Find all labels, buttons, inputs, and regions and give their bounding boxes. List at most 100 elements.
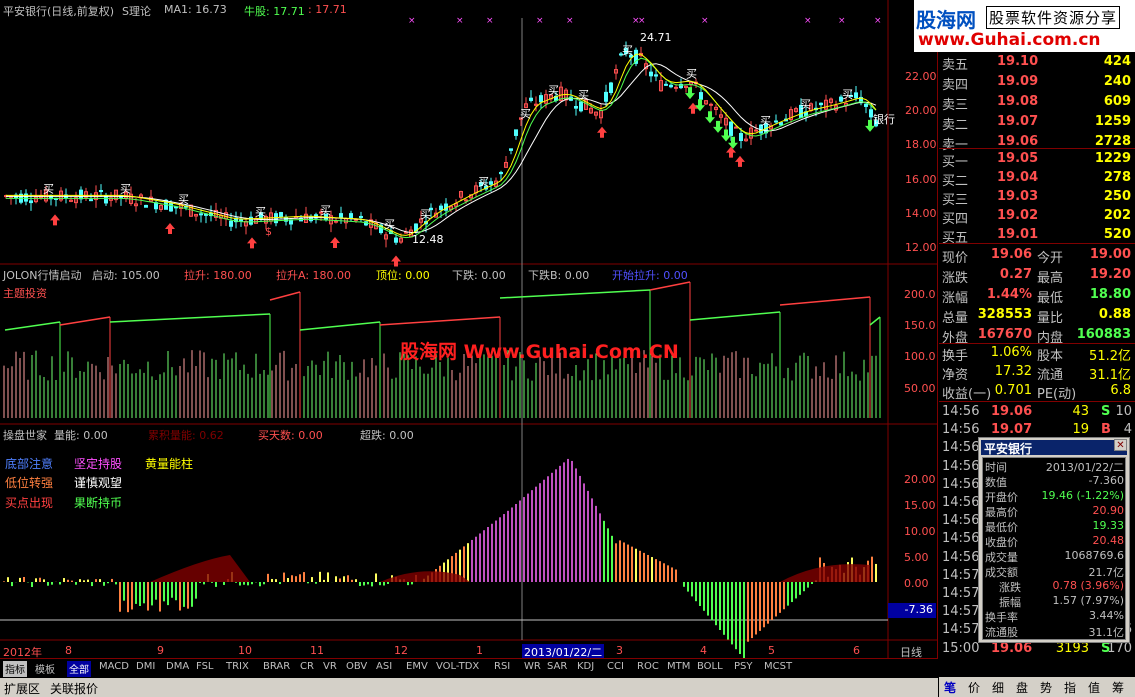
indicator-tab[interactable]: FSL [196, 661, 214, 677]
indicator-tab[interactable]: VOL-TDX [436, 661, 479, 677]
candle-body [664, 83, 668, 86]
pane3-axis-tick: 15.00 [904, 499, 936, 512]
niu-value: 牛股: 17.71 [244, 5, 305, 18]
indicator-tab[interactable]: MTM [667, 661, 690, 677]
indicator-tab[interactable]: EMV [406, 661, 428, 677]
high-price-label: 24.71 [640, 31, 672, 44]
quote-value: 1.06% [990, 345, 1032, 360]
popup-row-value: 21.7亿 [1088, 566, 1125, 579]
signal-marker: × [638, 16, 646, 26]
buy-marker: 买 [478, 175, 489, 188]
pane3-legend-item: 量能: 0.00 [54, 429, 108, 442]
signal-marker: × [456, 16, 464, 26]
buy-marker: 买 [384, 218, 395, 231]
indicator-tab[interactable]: VR [323, 661, 337, 677]
popup-row-label: 涨跌 [999, 581, 1021, 594]
jolon-step-line [59, 316, 111, 326]
indicator-tab[interactable]: 模板 [35, 661, 55, 677]
related-quote-tab[interactable]: 关联报价 [50, 680, 98, 697]
tick-volume: 19 [1072, 422, 1089, 438]
indicator-tab[interactable]: KDJ [577, 661, 594, 677]
indicator-tab[interactable]: ROC [637, 661, 659, 677]
popup-row: 数值 -7.360 [983, 474, 1127, 490]
indicator-tab[interactable]: BOLL [697, 661, 723, 677]
jolon-step-line [379, 316, 501, 326]
quote-panel-tab[interactable]: 笔 [944, 679, 956, 696]
logo-url: www.Guhai.com.cn [918, 30, 1101, 50]
candle-body [854, 92, 858, 99]
order-book-row: 净资 17.32 流通 31.1亿 [939, 362, 1135, 383]
popup-row: 成交量 1068769.6 [983, 549, 1127, 565]
indicator-tab[interactable]: DMI [136, 661, 155, 677]
up-arrow-icon [597, 126, 607, 138]
popup-row: 开盘价 19.46 (-1.22%) [983, 489, 1127, 505]
popup-row: 流通股 31.1亿 [983, 624, 1127, 640]
right-stock-label: 银行 [873, 113, 895, 126]
quote-panel-tab[interactable]: 势 [1040, 679, 1052, 696]
indicator-tab[interactable]: SAR [547, 661, 567, 677]
quote-label: 涨跌 [942, 271, 969, 286]
date-axis-label: 12 [394, 644, 408, 657]
sell-volume: 1259 [1094, 114, 1131, 129]
order-book-row: 换手 1.06% 股本 51.2亿 [939, 343, 1135, 364]
quote-value: 18.80 [1089, 287, 1131, 302]
pane2-axis-tick: 50.00 [904, 382, 936, 395]
stock-title: 平安银行(日线,前复权) [3, 5, 115, 18]
candle-body [144, 204, 148, 208]
indicator-tab[interactable]: TRIX [226, 661, 249, 677]
popup-row-value: 1.57 (7.97%) [1052, 594, 1124, 607]
order-book-row: 卖三 19.08 609 [939, 92, 1135, 113]
date-axis-label: 9 [157, 644, 164, 657]
popup-body: 时间 2013/01/22/二 数值 -7.360 开盘价 19.46 (-1.22%) 最… [982, 457, 1126, 640]
quote-value: 6.8 [1110, 383, 1131, 398]
jolon-step-line [779, 296, 871, 306]
indicator-tab[interactable]: DMA [166, 661, 189, 677]
indicator-tab[interactable]: MCST [764, 661, 792, 677]
buy-marker: 买 [420, 208, 431, 221]
indicator-tab[interactable]: RSI [494, 661, 510, 677]
data-popup[interactable]: 平安银行 ✕ 时间 2013/01/22/二 数值 -7.360 开盘价 19.46 (-… [978, 437, 1130, 643]
quote-value: 17.32 [994, 364, 1032, 379]
extension-area-tab[interactable]: 扩展区 [4, 680, 40, 697]
quote-panel-tab[interactable]: 盘 [1016, 679, 1028, 696]
indicator-tab[interactable]: ASI [376, 661, 392, 677]
quote-panel-tab[interactable]: 筹 [1112, 679, 1124, 696]
indicator-tab[interactable]: CCI [607, 661, 624, 677]
quote-panel-tab[interactable]: 值 [1088, 679, 1100, 696]
signal-marker: × [536, 16, 544, 26]
pane2-axis-tick: 100.0 [904, 350, 936, 363]
sell-price: 19.10 [997, 54, 1039, 69]
pane3-legend-item: 累积量能: 0.62 [148, 429, 224, 442]
indicator-tab[interactable]: 全部 [67, 661, 91, 677]
momentum-histogram [3, 458, 877, 658]
indicator-tab[interactable]: CR [300, 661, 314, 677]
order-book-row: 买三 19.03 250 [939, 187, 1135, 208]
candle-body [239, 219, 243, 222]
indicator-tab[interactable]: BRAR [263, 661, 290, 677]
quote-panel-tab[interactable]: 指 [1064, 679, 1076, 696]
quote-panel-tabs: 笔价细盘势指值筹 [939, 677, 1135, 697]
quote-panel-tab[interactable]: 细 [992, 679, 1004, 696]
chart-area[interactable]: 买买买买买买买买买买买买买买买买 × × × × × × × × × × × 平安银行(日线,前复权)… [0, 0, 938, 660]
chart-canvas[interactable]: 买买买买 买买买买买买 买买买买买买× × × × × ×× × × × × [0, 0, 938, 658]
quote-panel-tab[interactable]: 价 [968, 679, 980, 696]
close-icon[interactable]: ✕ [1114, 439, 1127, 451]
sell-level-label: 卖五 [942, 58, 969, 73]
tick-time: 14:56 [942, 476, 980, 492]
sell-volume: 424 [1103, 54, 1131, 69]
jolon-step-line [869, 316, 881, 326]
tick-side: B [1101, 422, 1111, 438]
indicator-tab[interactable]: WR [524, 661, 541, 677]
signal-marker: × [701, 16, 709, 26]
popup-title[interactable]: 平安银行 [981, 440, 1127, 456]
pane3-color-legend-item: 谨慎观望 [74, 476, 123, 490]
indicator-tab[interactable]: 指标 [3, 661, 27, 677]
low-price-label: 12.48 [412, 233, 444, 246]
indicator-tab[interactable]: OBV [346, 661, 367, 677]
candle-body [604, 91, 608, 102]
indicator-tab[interactable]: PSY [734, 661, 753, 677]
up-arrow-icon [165, 223, 175, 234]
indicator-tab[interactable]: MACD [99, 661, 129, 677]
tick-count: 4 [1123, 422, 1132, 438]
pane3-axis-tick: 0.00 [904, 577, 929, 590]
